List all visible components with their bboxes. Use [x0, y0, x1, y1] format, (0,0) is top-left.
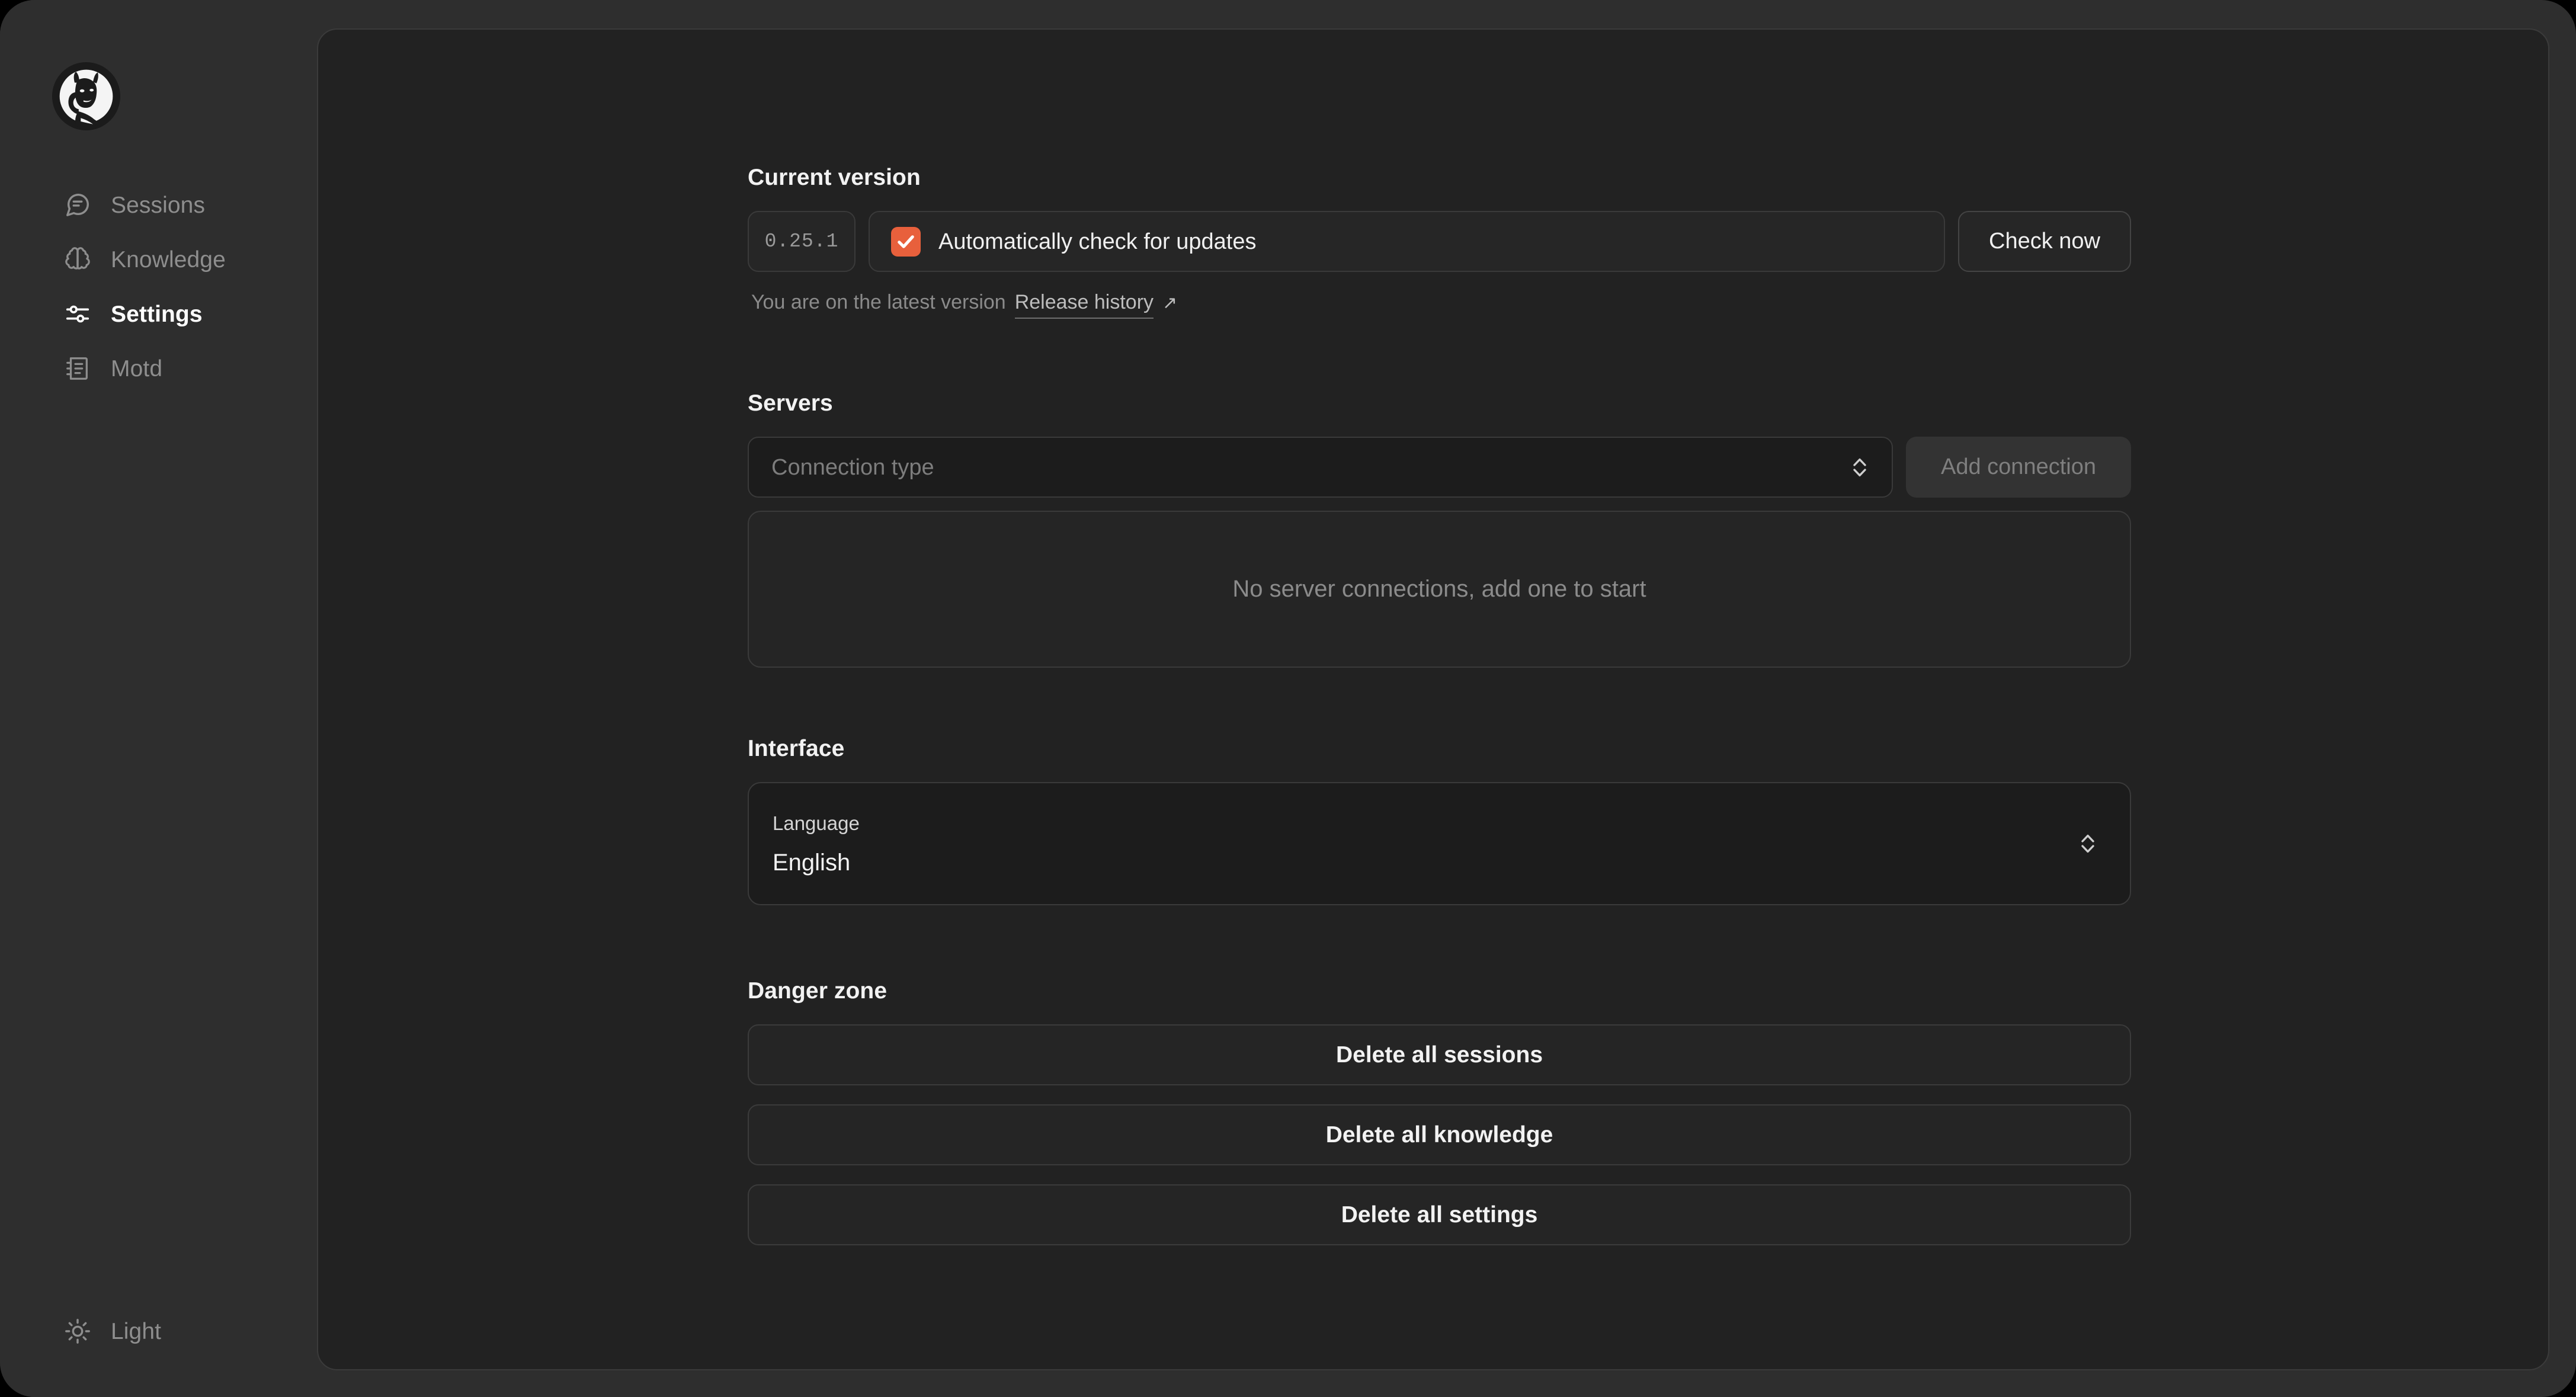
settings-content: Current version 0.25.1 Automatically che…	[748, 30, 2131, 1245]
brain-icon	[64, 246, 91, 273]
chevron-up-down-icon	[2078, 829, 2097, 858]
delete-all-knowledge-button[interactable]: Delete all knowledge	[748, 1104, 2131, 1165]
theme-toggle-label: Light	[111, 1320, 161, 1343]
check-icon	[895, 231, 917, 252]
sidebar-item-settings[interactable]: Settings	[0, 287, 317, 341]
theme-toggle-button[interactable]: Light	[0, 1304, 161, 1358]
sidebar-item-knowledge[interactable]: Knowledge	[0, 232, 317, 287]
version-status-text: You are on the latest version	[751, 291, 1006, 314]
interface-section: Interface Language English	[748, 737, 2131, 905]
external-link-icon[interactable]: ↗	[1162, 293, 1177, 313]
version-badge: 0.25.1	[748, 211, 856, 272]
sidebar-item-motd[interactable]: Motd	[0, 341, 317, 396]
version-row: 0.25.1 Automatically check for updates C…	[748, 211, 2131, 272]
section-title-servers: Servers	[748, 392, 2131, 415]
version-status-row: You are on the latest version Release hi…	[748, 291, 2131, 319]
sidebar: Sessions Knowledge	[0, 0, 317, 1397]
servers-empty-text: No server connections, add one to start	[1232, 576, 1646, 603]
connection-type-value: Connection type	[771, 456, 1850, 479]
sidebar-nav: Sessions Knowledge	[0, 178, 317, 396]
sun-icon	[64, 1318, 91, 1345]
servers-empty-state: No server connections, add one to start	[748, 511, 2131, 668]
sidebar-item-label: Motd	[111, 357, 162, 380]
check-now-button[interactable]: Check now	[1958, 211, 2131, 272]
message-square-icon	[64, 191, 91, 219]
chevron-up-down-icon	[1850, 453, 1869, 482]
release-history-link[interactable]: Release history	[1015, 291, 1154, 319]
sliders-icon	[64, 300, 91, 328]
language-select-value: English	[773, 851, 2078, 874]
servers-row: Connection type Add connection	[748, 437, 2131, 498]
delete-all-sessions-button[interactable]: Delete all sessions	[748, 1024, 2131, 1085]
language-select-label: Language	[773, 813, 2078, 833]
section-title-danger-zone: Danger zone	[748, 979, 2131, 1002]
main-panel: Current version 0.25.1 Automatically che…	[317, 28, 2549, 1370]
sidebar-item-label: Settings	[111, 303, 203, 326]
llama-avatar-logo	[52, 62, 120, 130]
servers-section: Servers Connection type Add conne	[748, 392, 2131, 668]
auto-update-checkbox-row[interactable]: Automatically check for updates	[869, 211, 1945, 272]
danger-zone-section: Danger zone Delete all sessions Delete a…	[748, 979, 2131, 1245]
sidebar-item-sessions[interactable]: Sessions	[0, 178, 317, 232]
sidebar-item-label: Knowledge	[111, 248, 226, 271]
app-window: Sessions Knowledge	[0, 0, 2576, 1397]
connection-type-select[interactable]: Connection type	[748, 437, 1893, 498]
current-version-section: Current version 0.25.1 Automatically che…	[748, 166, 2131, 319]
section-title-interface: Interface	[748, 737, 2131, 760]
language-select-inner: Language English	[773, 813, 2078, 874]
delete-all-settings-button[interactable]: Delete all settings	[748, 1184, 2131, 1245]
sidebar-item-label: Sessions	[111, 194, 205, 217]
settings-scroll-area[interactable]: Current version 0.25.1 Automatically che…	[318, 30, 2548, 1369]
auto-update-checkbox[interactable]	[891, 227, 921, 257]
section-title-current-version: Current version	[748, 166, 2131, 189]
auto-update-label: Automatically check for updates	[938, 230, 1257, 253]
language-select[interactable]: Language English	[748, 782, 2131, 905]
add-connection-button[interactable]: Add connection	[1906, 437, 2131, 498]
notebook-icon	[64, 355, 91, 382]
